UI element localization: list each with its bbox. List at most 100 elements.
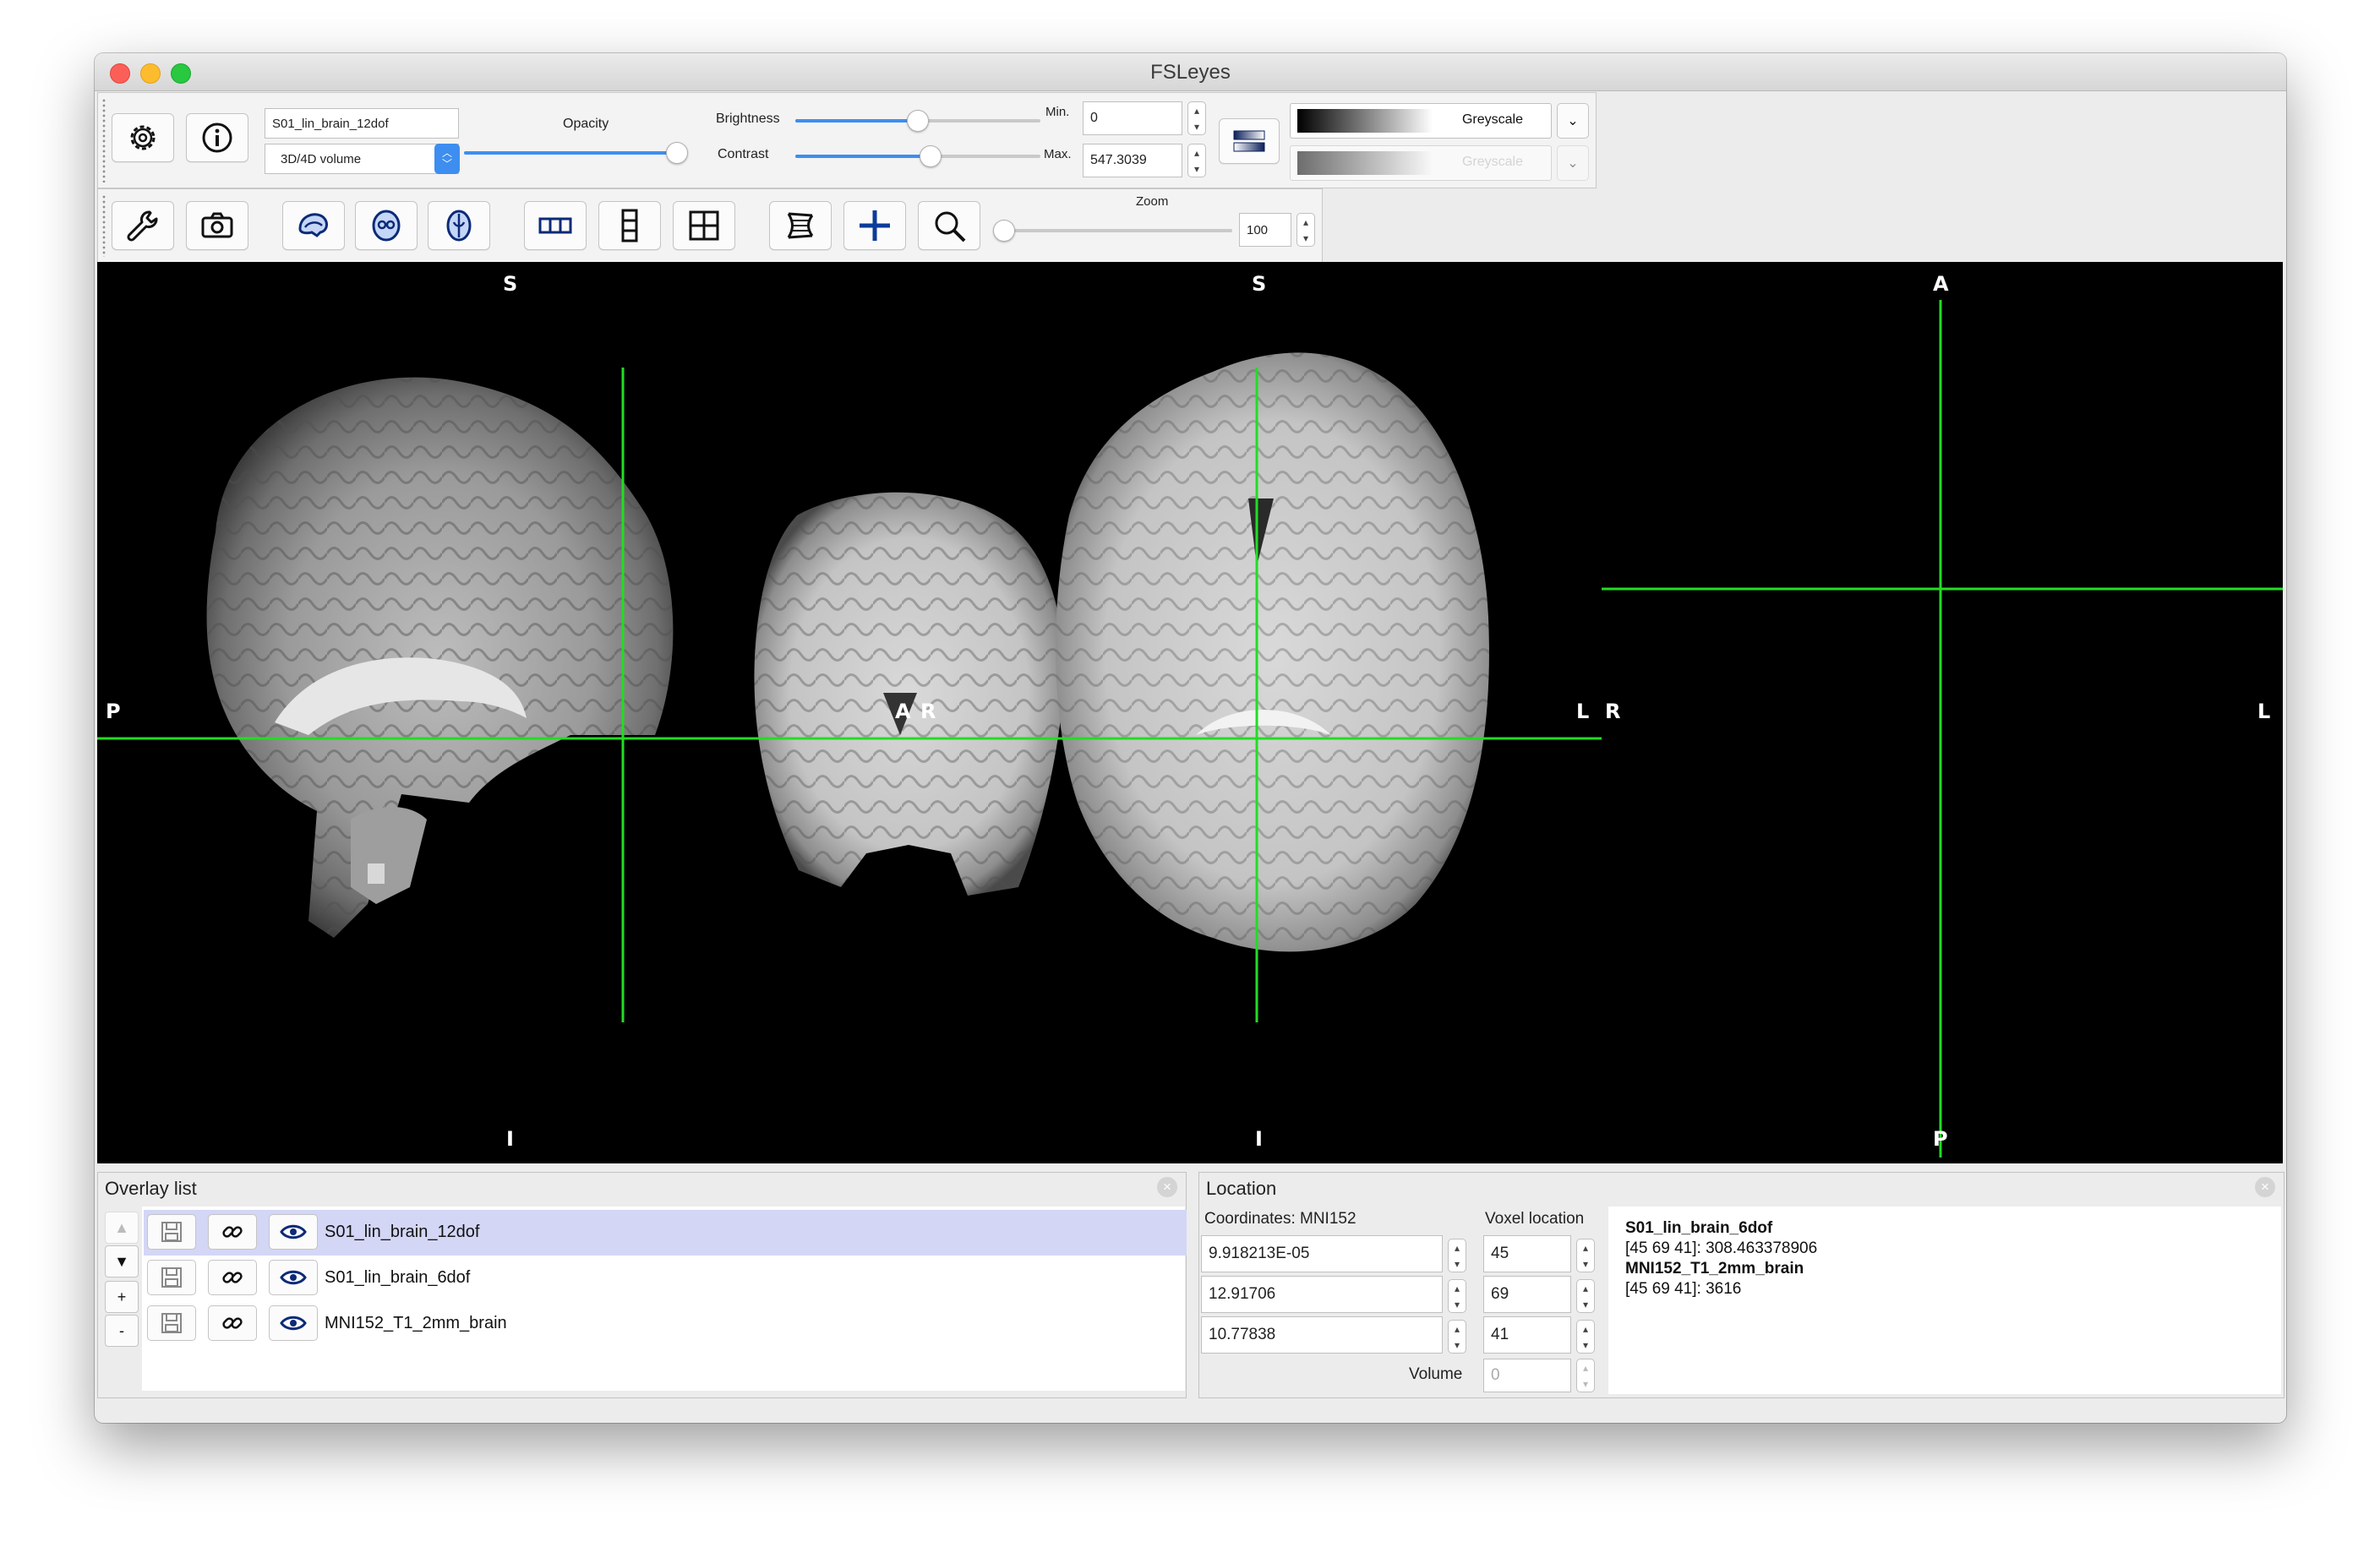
toolbar-grip[interactable]	[101, 98, 106, 182]
close-overlay-list-button[interactable]: ×	[1157, 1177, 1177, 1197]
link-overlay-button[interactable]	[208, 1305, 257, 1341]
toolbar-grip[interactable]	[101, 194, 106, 257]
grid-layout-button[interactable]	[673, 201, 735, 250]
ortho-view-canvas[interactable]: S I P A S I R L A P R L	[97, 262, 2283, 1163]
coronal-bottom-label: I	[1255, 1127, 1263, 1151]
zoom-tool-button[interactable]	[918, 201, 980, 250]
chevron-down-icon: ⌄	[1567, 114, 1579, 128]
min-value-stepper[interactable]: ▴ ▾	[1187, 101, 1206, 135]
save-overlay-button[interactable]	[147, 1260, 196, 1295]
link-overlay-button[interactable]	[208, 1260, 257, 1295]
overlay-list-item[interactable]: S01_lin_brain_6dof	[144, 1256, 1187, 1301]
chevron-down-icon: ▾	[1193, 120, 1200, 133]
close-location-panel-button[interactable]: ×	[2255, 1177, 2275, 1197]
chevron-up-icon: ▴	[1302, 215, 1309, 228]
sagittal-slice[interactable]	[206, 377, 674, 938]
coronal-slice[interactable]	[754, 492, 1064, 896]
zoom-slider[interactable]	[1004, 229, 1232, 232]
voxel-x-stepper[interactable]: ▴ ▾	[1576, 1239, 1595, 1272]
save-overlay-button[interactable]	[147, 1214, 196, 1250]
coronal-toggle-icon	[372, 210, 401, 242]
chevron-down-icon: ▾	[1582, 1298, 1589, 1310]
sagittal-right-label: A	[895, 700, 911, 723]
chevron-up-icon: ▴	[1582, 1241, 1589, 1254]
grid-layout-icon	[689, 210, 719, 241]
settings-button[interactable]	[112, 113, 174, 162]
coordinate-y-field[interactable]: 12.91706	[1201, 1276, 1443, 1313]
link-overlay-button[interactable]	[208, 1214, 257, 1250]
voxel-x-field[interactable]: 45	[1483, 1235, 1571, 1272]
zoom-slider-knob[interactable]	[993, 220, 1015, 242]
toggle-axial-button[interactable]	[428, 201, 490, 250]
contrast-slider[interactable]	[795, 155, 1040, 158]
overlay-list-title: Overlay list	[105, 1178, 197, 1199]
brightness-slider-fill	[795, 119, 918, 123]
remove-overlay-button[interactable]: -	[105, 1315, 139, 1347]
coordinate-x-stepper[interactable]: ▴ ▾	[1448, 1239, 1466, 1272]
overlay-type-select[interactable]: 3D/4D volume	[265, 144, 459, 174]
toggle-sagittal-button[interactable]	[282, 201, 345, 250]
primary-colormap-dropdown[interactable]: ⌄	[1557, 103, 1589, 139]
window-title: FSLeyes	[1150, 61, 1231, 84]
chevron-down-icon: ▾	[1582, 1377, 1589, 1390]
max-value-stepper[interactable]: ▴ ▾	[1187, 144, 1206, 177]
overlay-name-field[interactable]: S01_lin_brain_12dof	[265, 108, 459, 139]
voxel-location-label: Voxel location	[1485, 1210, 1585, 1228]
min-value-field[interactable]: 0	[1083, 101, 1182, 135]
coordinate-y-stepper[interactable]: ▴ ▾	[1448, 1279, 1466, 1313]
colormap-gradient	[1297, 151, 1433, 175]
info-button[interactable]	[186, 113, 248, 162]
chevron-up-icon: ▴	[1582, 1361, 1589, 1374]
opacity-slider-knob[interactable]	[666, 142, 689, 164]
brightness-slider-knob[interactable]	[907, 110, 929, 132]
add-overlay-button[interactable]: +	[105, 1281, 139, 1313]
chevron-down-icon: ▾	[1454, 1338, 1460, 1351]
screenshot-button[interactable]	[186, 201, 248, 250]
save-overlay-button[interactable]	[147, 1305, 196, 1341]
coordinate-z-field[interactable]: 10.77838	[1201, 1316, 1443, 1354]
overlay-list-item[interactable]: MNI152_T1_2mm_brain	[144, 1301, 1187, 1347]
close-icon: ×	[1163, 1179, 1171, 1195]
chevron-down-icon: ﹀	[441, 158, 452, 170]
axial-slice[interactable]	[1055, 352, 1489, 952]
wrench-icon	[127, 210, 158, 242]
coronal-right-label: L	[1576, 700, 1590, 723]
toggle-visibility-button[interactable]	[269, 1305, 318, 1341]
voxel-y-field[interactable]: 69	[1483, 1276, 1571, 1313]
voxel-z-field[interactable]: 41	[1483, 1316, 1571, 1354]
info-overlay-name: S01_lin_brain_6dof	[1625, 1219, 1773, 1237]
max-value-field[interactable]: 547.3039	[1083, 144, 1182, 177]
coordinate-x-field[interactable]: 9.918213E-05	[1201, 1235, 1443, 1272]
zoom-value-field[interactable]: 100	[1239, 213, 1291, 247]
overlay-type-value: 3D/4D volume	[281, 151, 362, 166]
contrast-slider-knob[interactable]	[919, 145, 942, 167]
coronal-top-label: S	[1252, 272, 1267, 296]
coordinate-z-stepper[interactable]: ▴ ▾	[1448, 1320, 1466, 1354]
overlay-list-item[interactable]: S01_lin_brain_12dof	[144, 1210, 1187, 1256]
view-settings-button[interactable]	[112, 201, 174, 250]
chevron-up-icon: ▴	[1454, 1241, 1460, 1254]
save-icon	[161, 1313, 182, 1333]
overlay-display-toolbar: S01_lin_brain_12dof 3D/4D volume ︿ ﹀ Opa…	[97, 92, 1597, 188]
toggle-visibility-button[interactable]	[269, 1214, 318, 1250]
toggle-visibility-button[interactable]	[269, 1260, 318, 1295]
zoom-stepper[interactable]: ▴ ▾	[1296, 213, 1315, 247]
voxel-z-stepper[interactable]: ▴ ▾	[1576, 1320, 1595, 1354]
overlay-type-dropdown-arrow[interactable]: ︿ ﹀	[434, 144, 460, 174]
invert-colormap-button[interactable]	[1219, 118, 1280, 164]
cursor-toggle-icon	[860, 210, 890, 241]
axial-left-label: R	[1605, 700, 1621, 723]
voxel-y-stepper[interactable]: ▴ ▾	[1576, 1279, 1595, 1313]
horizontal-layout-button[interactable]	[524, 201, 587, 250]
vertical-layout-button[interactable]	[598, 201, 661, 250]
move-overlay-up-button[interactable]: ▲	[105, 1212, 139, 1244]
move-overlay-down-button[interactable]: ▼	[105, 1245, 139, 1277]
ortho-toolbar: Zoom 100 ▴ ▾	[97, 188, 1323, 263]
toggle-coronal-button[interactable]	[355, 201, 418, 250]
opacity-slider[interactable]	[464, 151, 684, 155]
primary-colormap-select[interactable]: Greyscale	[1290, 103, 1552, 139]
movie-mode-button[interactable]	[769, 201, 832, 250]
secondary-colormap-select: Greyscale	[1290, 145, 1552, 181]
brain-slices[interactable]	[97, 262, 2283, 1163]
toggle-cursor-button[interactable]	[843, 201, 906, 250]
